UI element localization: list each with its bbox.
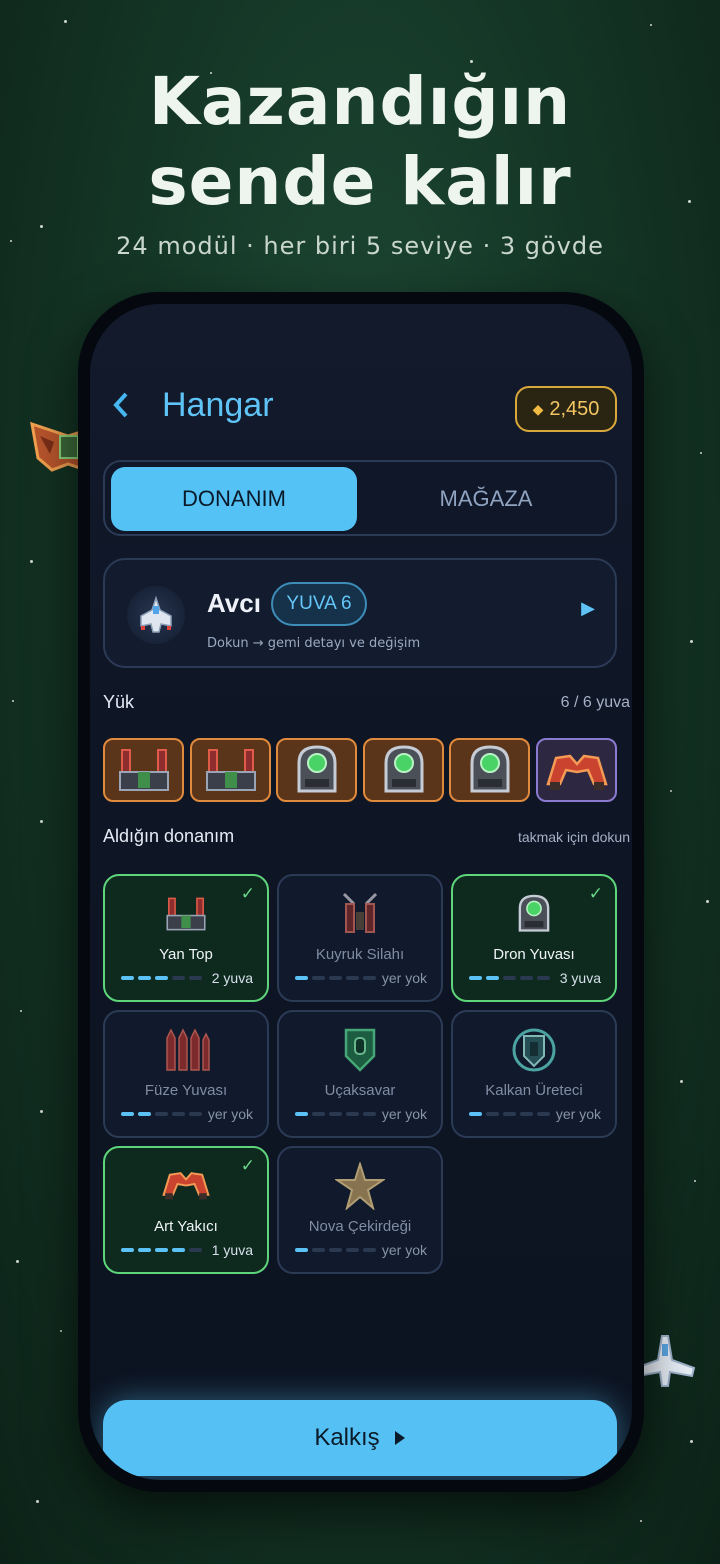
tab-switcher: DONANIM MAĞAZA — [103, 460, 617, 536]
loadout-slot[interactable] — [190, 738, 271, 802]
loadout-slot[interactable] — [103, 738, 184, 802]
equipment-name: Art Yakıcı — [154, 1218, 218, 1235]
equipment-status: yer yok — [207, 1106, 253, 1122]
diamond-icon: ◆ — [532, 400, 544, 417]
level-bar — [121, 1112, 202, 1116]
ship-hint: Dokun → gemi detayı ve değişim — [207, 636, 421, 651]
coin-balance[interactable]: ◆ 2,450 — [515, 386, 617, 432]
tab-store[interactable]: MAĞAZA — [363, 467, 609, 531]
drone-bay-icon — [470, 745, 509, 793]
slot-badge: YUVA 6 — [271, 582, 367, 626]
loadout-slots — [103, 738, 617, 804]
side-cannon-icon — [166, 897, 206, 931]
coin-amount: 2,450 — [549, 397, 600, 420]
loadout-label: Yük — [103, 692, 135, 712]
equipment-status: yer yok — [555, 1106, 601, 1122]
level-bar — [295, 1248, 376, 1252]
loadout-slot[interactable] — [363, 738, 444, 802]
flak-icon — [344, 1028, 376, 1072]
level-bar — [295, 976, 376, 980]
equipment-card[interactable]: Füze Yuvası yer yok — [103, 1010, 269, 1138]
ship-avatar — [127, 586, 185, 644]
level-bar — [469, 976, 550, 980]
side-cannon-icon — [118, 749, 169, 791]
owned-label: Aldığın donanım — [103, 826, 235, 846]
shield-generator-icon — [512, 1028, 556, 1072]
ship-card[interactable]: Avcı YUVA 6 Dokun → gemi detayı ve değiş… — [103, 558, 617, 668]
level-bar — [469, 1112, 550, 1116]
loadout-slot[interactable] — [276, 738, 357, 802]
equipment-status: yer yok — [381, 1242, 427, 1258]
launch-label: Kalkış — [314, 1424, 380, 1451]
equipment-name: Uçaksavar — [324, 1082, 396, 1099]
equipment-name: Yan Top — [159, 946, 213, 963]
hero-title: Kazandığın sende kalır — [0, 62, 720, 222]
page-title: Hangar — [162, 386, 274, 424]
equipment-card[interactable]: Kuyruk Silahı yer yok — [277, 874, 443, 1002]
play-triangle-icon — [394, 1431, 405, 1445]
drone-bay-icon — [384, 745, 423, 793]
ship-name: Avcı — [207, 588, 261, 618]
hero-subtitle: 24 modül · her biri 5 seviye · 3 gövde — [116, 232, 604, 260]
equipment-card[interactable]: ✓ Dron Yuvası 3 yuva — [451, 874, 617, 1002]
tab-equipment[interactable]: DONANIM — [111, 467, 357, 531]
hero-title-line2: sende kalır — [148, 143, 572, 220]
loadout-slot[interactable] — [536, 738, 617, 802]
fighter-ship-icon — [140, 595, 172, 633]
drone-bay-icon — [297, 745, 336, 793]
equipment-name: Füze Yuvası — [144, 1082, 228, 1099]
hangar-screen: Hangar ◆ 2,450 DONANIM MAĞAZA Avcı YUVA … — [90, 304, 632, 1480]
chevron-left-icon — [113, 392, 128, 418]
level-bar — [121, 1248, 202, 1252]
side-cannon-icon — [205, 749, 256, 791]
chevron-right-icon: ▶ — [581, 598, 595, 619]
launch-button[interactable]: Kalkış — [103, 1400, 617, 1476]
equipment-name: Dron Yuvası — [493, 946, 575, 963]
equipment-card[interactable]: ✓ Yan Top 2 yuva — [103, 874, 269, 1002]
hero-title-line1: Kazandığın — [148, 63, 572, 140]
equipment-card[interactable]: Kalkan Üreteci yer yok — [451, 1010, 617, 1138]
equipment-name: Kalkan Üreteci — [485, 1082, 583, 1099]
level-bar — [121, 976, 202, 980]
owned-hint: takmak için dokun — [517, 829, 630, 845]
equipment-name: Kuyruk Silahı — [315, 946, 405, 963]
equipment-card[interactable]: ✓ Art Yakıcı 1 yuva — [103, 1146, 269, 1274]
loadout-count: 6 / 6 yuva — [560, 694, 630, 711]
equipment-status: 1 yuva — [211, 1242, 253, 1258]
back-button[interactable] — [110, 390, 132, 428]
equipment-status: yer yok — [381, 970, 427, 986]
loadout-slot[interactable] — [449, 738, 530, 802]
equipment-status: 3 yuva — [559, 970, 601, 986]
equipment-name: Nova Çekirdeği — [308, 1218, 412, 1235]
equipment-status: 2 yuva — [211, 970, 253, 986]
equipment-card[interactable]: Uçaksavar yer yok — [277, 1010, 443, 1138]
level-bar — [295, 1112, 376, 1116]
afterburner-icon — [545, 754, 608, 790]
equipment-status: yer yok — [381, 1106, 427, 1122]
phone-frame: Hangar ◆ 2,450 DONANIM MAĞAZA Avcı YUVA … — [78, 292, 644, 1492]
drone-bay-icon — [518, 894, 550, 932]
missile-pod-icon — [166, 1028, 210, 1071]
equipment-card[interactable]: Nova Çekirdeği yer yok — [277, 1146, 443, 1274]
tail-gun-icon — [342, 892, 378, 933]
afterburner-icon — [162, 1172, 210, 1200]
nova-core-icon — [335, 1162, 385, 1210]
